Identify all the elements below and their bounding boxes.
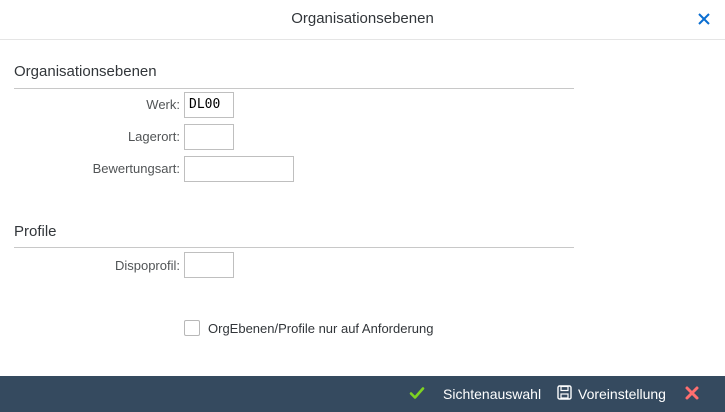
- org-section-divider: [14, 88, 574, 89]
- werk-label: Werk:: [146, 97, 180, 112]
- werk-field[interactable]: DL00: [184, 92, 234, 118]
- dialog-title: Organisationsebenen: [291, 10, 434, 27]
- on-request-checkbox-label: OrgEbenen/Profile nur auf Anforderung: [208, 320, 434, 336]
- default-settings-button[interactable]: Voreinstellung: [557, 376, 666, 412]
- default-settings-label: Voreinstellung: [578, 386, 666, 402]
- cancel-button[interactable]: [684, 376, 700, 412]
- select-view-button[interactable]: Sichtenauswahl: [409, 376, 541, 412]
- on-request-checkbox-row[interactable]: OrgEbenen/Profile nur auf Anforderung: [184, 320, 433, 336]
- bewertungsart-field[interactable]: [184, 156, 294, 182]
- dialog-footer: Sichtenauswahl Voreinstellung: [0, 376, 725, 412]
- dialog-header: Organisationsebenen: [0, 0, 725, 40]
- bewertungsart-label: Bewertungsart:: [92, 161, 180, 176]
- dispoprofil-label: Dispoprofil:: [114, 258, 180, 273]
- checkmark-icon: [409, 385, 425, 404]
- lagerort-label: Lagerort:: [127, 129, 180, 144]
- lagerort-field[interactable]: [184, 124, 234, 150]
- cancel-x-icon: [684, 385, 700, 404]
- profile-section-divider: [14, 247, 574, 248]
- on-request-checkbox[interactable]: [184, 320, 200, 336]
- close-icon[interactable]: [695, 10, 713, 28]
- profile-section-title: Profile: [14, 223, 57, 240]
- select-view-label: Sichtenauswahl: [443, 386, 542, 402]
- org-section-title: Organisationsebenen: [14, 63, 157, 80]
- dispoprofil-field[interactable]: [184, 252, 234, 278]
- save-icon: [557, 385, 572, 403]
